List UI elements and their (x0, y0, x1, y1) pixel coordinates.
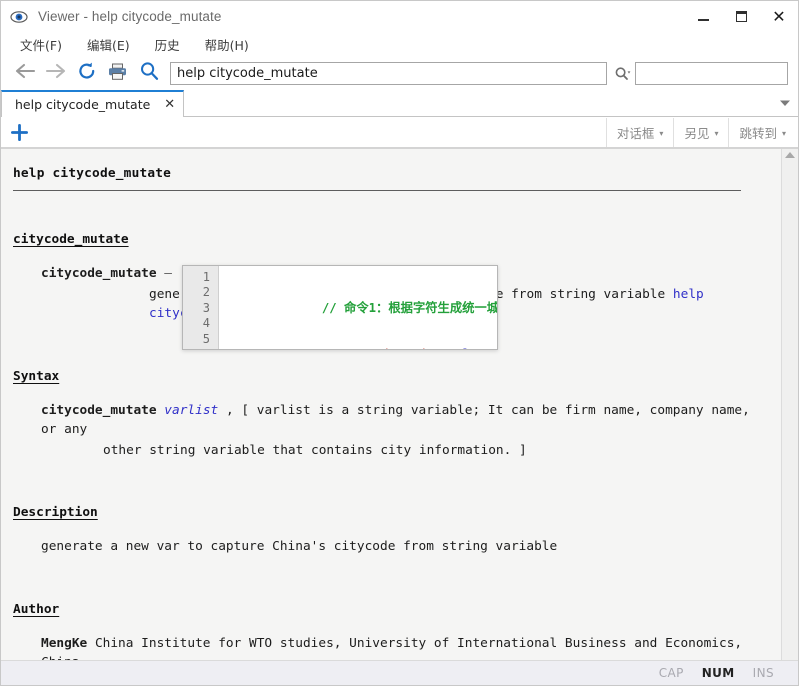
author-block: MengKe China Institute for WTO studies, … (41, 635, 765, 660)
search-input[interactable] (635, 62, 788, 85)
syntax-rest2: other string variable that contains city… (103, 442, 527, 458)
title-bar: Viewer - help citycode_mutate ✕ (1, 1, 798, 32)
menu-edit[interactable]: 编辑(E) (78, 33, 139, 56)
content-area: help citycode_mutate citycode_mutate cit… (1, 148, 798, 660)
section-syntax-heading: Syntax (13, 368, 60, 384)
help-document: help citycode_mutate citycode_mutate cit… (1, 149, 781, 660)
search-dropdown-icon[interactable] (611, 62, 635, 85)
author-affiliation: China Institute for WTO studies, Univers… (41, 636, 743, 660)
search-icon (139, 61, 159, 86)
section-author-heading: Author (13, 602, 60, 618)
menu-help[interactable]: 帮助(H) (196, 33, 258, 56)
window-title: Viewer - help citycode_mutate (38, 9, 222, 24)
section-author: Author (11, 601, 765, 620)
maximize-button[interactable] (722, 1, 760, 32)
document-header: help citycode_mutate (13, 166, 172, 181)
action-bar: 对话框 ▾ 另见 ▾ 跳转到 ▾ (1, 117, 798, 148)
jump-to-button-label: 跳转到 (739, 125, 777, 141)
tab-label: help citycode_mutate (15, 97, 151, 112)
description-text: generate a new var to capture China's ci… (41, 539, 558, 555)
viewer-window: Viewer - help citycode_mutate ✕ 文件(F) 编辑… (0, 0, 799, 686)
refresh-button[interactable] (71, 59, 102, 88)
title-anchor-text: citycode_mutate (13, 231, 129, 247)
close-button[interactable]: ✕ (760, 1, 798, 32)
toolbar: help citycode_mutate (1, 57, 798, 90)
menu-file[interactable]: 文件(F) (11, 33, 71, 56)
forward-arrow-icon (45, 62, 67, 85)
caret-down-icon: ▾ (659, 128, 664, 138)
code-comment: // 命令1：根据字符生成统一城市代码 (321, 300, 497, 315)
address-value: help citycode_mutate (177, 66, 318, 81)
line-number: 3 (202, 300, 210, 315)
refresh-icon (77, 61, 97, 86)
code-comma: , (448, 347, 455, 349)
line-number: 4 (202, 316, 210, 331)
section-description: Description (11, 504, 765, 523)
status-insert[interactable]: INS (753, 666, 774, 680)
line-number: 5 (202, 331, 210, 346)
code-keyword-use: use (322, 347, 352, 349)
eye-icon (10, 8, 28, 26)
description-block: generate a new var to capture China's ci… (41, 538, 765, 557)
code-line-2: // 命令1：根据字符生成统一城市代码 (233, 285, 497, 331)
jump-to-button[interactable]: 跳转到 ▾ (728, 117, 798, 147)
address-bar[interactable]: help citycode_mutate (170, 62, 607, 85)
syntax-command: citycode_mutate (41, 402, 157, 418)
summary-dash: — (164, 265, 173, 281)
back-arrow-icon (14, 62, 36, 85)
menu-history[interactable]: 历史 (146, 33, 189, 56)
code-preview-overlay[interactable]: 1 2 3 4 5 // 命令1：根据字符生成统一城市代码 use "D:\da… (182, 265, 498, 350)
chevron-down-icon[interactable] (772, 90, 798, 116)
see-also-button-label: 另见 (684, 125, 710, 141)
section-syntax: Syntax (11, 368, 765, 387)
back-button[interactable] (9, 59, 40, 88)
see-also-button[interactable]: 另见 ▾ (673, 117, 728, 147)
vertical-scrollbar[interactable] (781, 149, 798, 660)
code-string-path: "D:\data.dta" (351, 347, 447, 349)
find-button[interactable] (133, 59, 164, 88)
print-icon (107, 62, 128, 86)
author-name: MengKe (41, 636, 88, 652)
syntax-varlist[interactable]: varlist (164, 403, 218, 418)
code-text[interactable]: // 命令1：根据字符生成统一城市代码 use "D:\data.dta",cl… (219, 266, 497, 349)
dialog-button-label: 对话框 (616, 125, 655, 141)
code-line-3: use "D:\data.dta",clear (233, 332, 497, 349)
section-description-heading: Description (13, 505, 98, 521)
status-caps-lock[interactable]: CAP (659, 666, 684, 680)
code-keyword-clear: clear (455, 347, 492, 349)
tab-help-citycode-mutate[interactable]: help citycode_mutate ✕ (1, 90, 185, 117)
document-title-anchor: citycode_mutate (11, 231, 765, 250)
scroll-up-icon[interactable] (785, 152, 795, 158)
minimize-button[interactable] (684, 1, 722, 32)
caret-down-icon: ▾ (781, 128, 786, 138)
dialog-button[interactable]: 对话框 ▾ (605, 117, 674, 147)
status-num-lock[interactable]: NUM (702, 666, 735, 680)
caret-down-icon: ▾ (714, 128, 719, 138)
line-number: 2 (202, 285, 210, 300)
status-bar: CAP NUM INS (1, 660, 798, 685)
window-controls: ✕ (684, 1, 798, 32)
new-tab-button[interactable] (1, 118, 37, 147)
tab-strip: help citycode_mutate ✕ (1, 90, 798, 117)
menu-bar: 文件(F) 编辑(E) 历史 帮助(H) (1, 32, 798, 57)
tab-close-icon[interactable]: ✕ (164, 98, 175, 111)
tab-strip-filler (184, 90, 772, 116)
syntax-block: citycode_mutate varlist , [ varlist is a… (41, 402, 765, 461)
code-line-numbers: 1 2 3 4 5 (183, 266, 219, 349)
line-number: 1 (202, 270, 210, 284)
summary-command: citycode_mutate (41, 265, 157, 281)
print-button[interactable] (102, 59, 133, 88)
forward-button[interactable] (40, 59, 71, 88)
